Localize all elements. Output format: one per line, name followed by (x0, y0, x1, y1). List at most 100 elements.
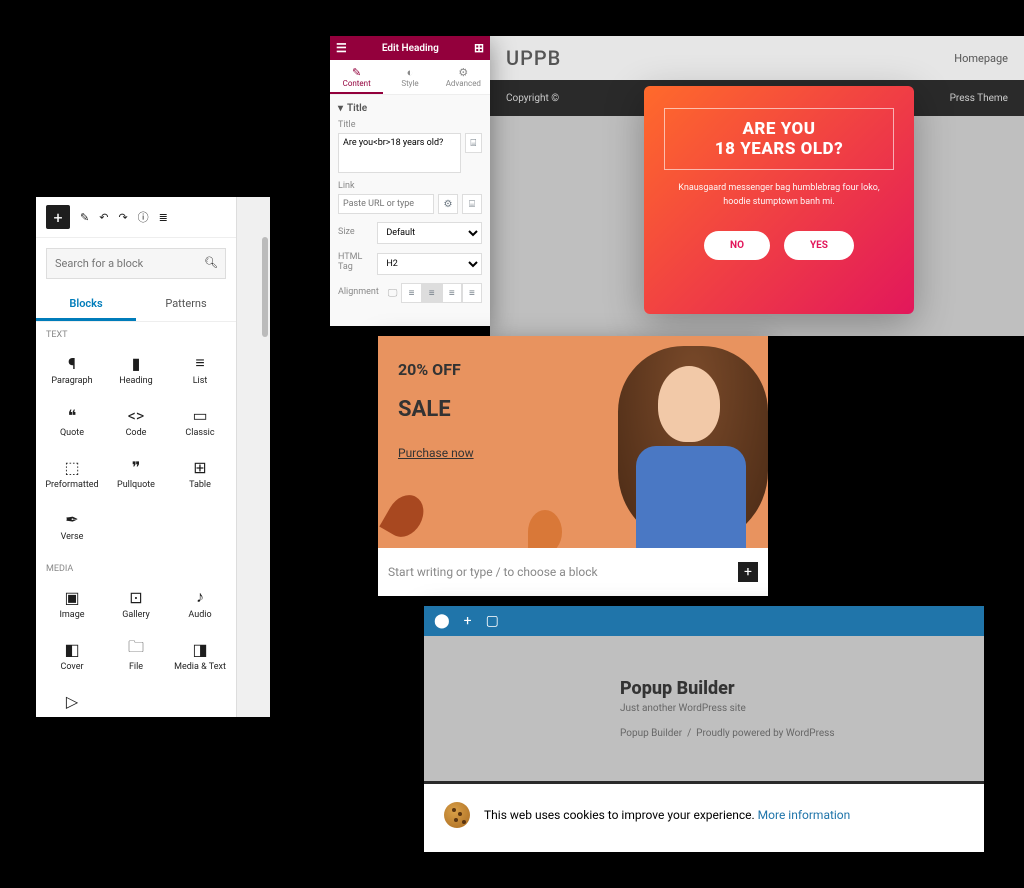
block-table[interactable]: ⊞Table (170, 450, 230, 498)
chevron-down-icon: ▾ (338, 103, 343, 114)
add-block-button[interactable]: + (46, 205, 70, 229)
title-section-toggle[interactable]: ▾ Title (338, 103, 482, 114)
align-right-button[interactable]: ≡ (442, 283, 462, 303)
info-icon[interactable]: ⓘ (138, 209, 149, 225)
alignment-buttons: ≡ ≡ ≡ ≡ (401, 283, 482, 303)
block-icon: ✒ (65, 510, 78, 528)
gutenberg-toolbar: + ✎ ↶ ↷ ⓘ ≣ (36, 197, 236, 238)
block-label: Preformatted (45, 480, 98, 490)
block-audio[interactable]: ♪Audio (170, 580, 230, 628)
block-label: File (129, 662, 143, 672)
block-placeholder[interactable]: Start writing or type / to choose a bloc… (378, 548, 768, 596)
cookie-notice: This web uses cookies to improve your ex… (424, 784, 984, 846)
gear-icon: ⚙ (437, 66, 490, 79)
block-image[interactable]: ▣Image (42, 580, 102, 628)
block-verse[interactable]: ✒ Verse (42, 502, 102, 550)
tab-style-label: Style (401, 79, 418, 88)
size-label: Size (338, 227, 373, 237)
scrollbar-thumb[interactable] (262, 237, 268, 337)
popup-title-line2: 18 YEARS OLD? (679, 139, 879, 159)
dynamic-tags-link-icon[interactable]: ⌸ (462, 194, 482, 214)
block-preformatted[interactable]: ⬚Preformatted (42, 450, 102, 498)
block-icon: ≡ (195, 354, 204, 372)
uppb-nav-homepage[interactable]: Homepage (954, 52, 1008, 65)
popup-buttons: NO YES (664, 231, 894, 260)
block-heading[interactable]: ▮Heading (106, 346, 166, 394)
uppb-brand: UPPB (506, 46, 561, 70)
yes-button[interactable]: YES (784, 231, 854, 260)
undo-icon[interactable]: ↶ (99, 211, 108, 224)
block-search: 🔍︎ (46, 248, 226, 279)
title-textarea[interactable]: Are you<br>18 years old? (338, 133, 461, 173)
wp-logo-icon[interactable]: ⬤ (434, 613, 450, 629)
responsive-icon[interactable]: 🖵 (388, 288, 398, 299)
block-icon: ▣ (64, 588, 79, 606)
style-icon: ◐ (383, 66, 436, 79)
leaf-decoration (379, 488, 430, 543)
elementor-header: ☰ Edit Heading ⊞ (330, 36, 490, 60)
block-icon: ❞ (132, 458, 141, 476)
tab-advanced[interactable]: ⚙Advanced (437, 60, 490, 94)
grid-icon[interactable]: ⊞ (474, 41, 484, 55)
link-options-icon[interactable]: ⚙ (438, 194, 458, 214)
sale-editor-window: 20% OFF SALE Purchase now Start writing … (378, 336, 768, 596)
block-label: List (193, 376, 208, 386)
block-list[interactable]: ≡ List (170, 346, 230, 394)
redo-icon[interactable]: ↷ (118, 211, 127, 224)
cookie-text-wrap: This web uses cookies to improve your ex… (484, 808, 850, 822)
block-icon: ❝ (68, 406, 77, 424)
link-input[interactable] (338, 194, 434, 214)
title-label: Title (338, 120, 482, 130)
tab-advanced-label: Advanced (446, 79, 481, 88)
size-select[interactable]: Default (377, 222, 482, 244)
block-code[interactable]: <>Code (106, 398, 166, 446)
tab-content[interactable]: ✎Content (330, 60, 383, 94)
block-icon: ⊡ (129, 588, 142, 606)
block-icon: 🗀 (128, 640, 144, 658)
search-input[interactable] (46, 248, 226, 279)
block-item[interactable]: ▷ (42, 684, 102, 722)
block-quote[interactable]: ❝Quote (42, 398, 102, 446)
block-gallery[interactable]: ⊡ Gallery (106, 580, 166, 628)
site-title[interactable]: Popup Builder (620, 678, 984, 699)
title-section-label: Title (347, 103, 367, 114)
block-label: Cover (60, 662, 83, 672)
block-paragraph[interactable]: ¶Paragraph (42, 346, 102, 394)
block-icon: ▭ (192, 406, 207, 424)
outline-icon[interactable]: ≣ (159, 211, 168, 224)
align-left-button[interactable]: ≡ (401, 283, 421, 303)
add-new-icon[interactable]: + (464, 613, 472, 629)
no-button[interactable]: NO (704, 231, 770, 260)
html-tag-select[interactable]: H2 (377, 253, 482, 275)
edit-icon[interactable]: ✎ (80, 211, 89, 224)
tab-patterns[interactable]: Patterns (136, 289, 236, 321)
purchase-link[interactable]: Purchase now (398, 446, 474, 460)
uppb-header: UPPB Homepage (490, 36, 1024, 80)
elementor-panel: ☰ Edit Heading ⊞ ✎Content ◐Style ⚙Advanc… (330, 36, 490, 326)
add-block-icon[interactable]: + (738, 562, 758, 582)
block-cover[interactable]: ◧Cover (42, 632, 102, 680)
align-justify-button[interactable]: ≡ (462, 283, 482, 303)
popup-subtitle: Knausgaard messenger bag humblebrag four… (664, 182, 894, 209)
elementor-body: ▾Title Title Are you<br>18 years old? ⌸ … (330, 95, 490, 319)
tab-blocks[interactable]: Blocks (36, 289, 136, 321)
block-classic[interactable]: ▭ Classic (170, 398, 230, 446)
inserter-tabs: Blocks Patterns (36, 289, 236, 322)
tab-style[interactable]: ◐Style (383, 60, 436, 94)
block-media-text[interactable]: ◨Media & Text (170, 632, 230, 680)
block-label: Classic (185, 428, 214, 438)
block-label: Gallery (122, 610, 150, 620)
pencil-icon: ✎ (330, 66, 383, 79)
menu-icon[interactable]: ☰ (336, 41, 347, 55)
customize-icon[interactable]: ▢ (486, 613, 499, 629)
block-file[interactable]: 🗀 File (106, 632, 166, 680)
dynamic-tags-icon[interactable]: ⌸ (465, 133, 482, 153)
align-center-button[interactable]: ≡ (422, 283, 442, 303)
wp-admin-bar: ⬤ + ▢ (424, 606, 984, 636)
cookie-more-link[interactable]: More information (758, 808, 851, 822)
gutenberg-inserter: + ✎ ↶ ↷ ⓘ ≣ 🔍︎ Blocks Patterns TEXT ¶Par… (36, 197, 236, 717)
block-label: Verse (61, 532, 84, 542)
block-icon: <> (128, 406, 145, 424)
html-tag-label: HTML Tag (338, 252, 373, 272)
block-pullquote[interactable]: ❞Pullquote (106, 450, 166, 498)
